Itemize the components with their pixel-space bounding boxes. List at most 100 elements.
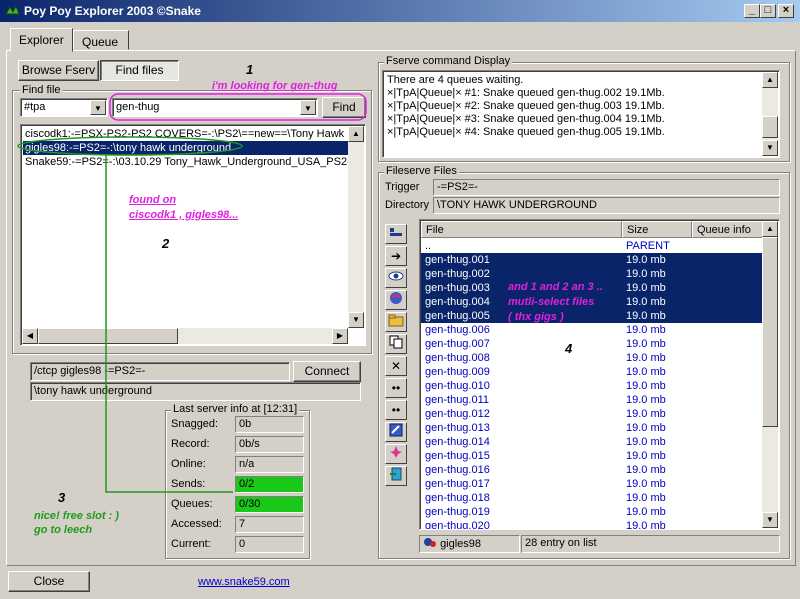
tab-explorer[interactable]: Explorer bbox=[10, 28, 73, 52]
chevron-down-icon[interactable]: ▼ bbox=[90, 100, 106, 115]
channel-select[interactable]: #tpa ▼ bbox=[20, 98, 108, 117]
copy-icon[interactable] bbox=[385, 334, 407, 354]
annotation-4-line3: ( thx gigs ) bbox=[508, 311, 564, 323]
user-icon bbox=[424, 538, 436, 547]
home-icon[interactable] bbox=[385, 224, 407, 244]
file-vscroll[interactable]: ▲ ▼ bbox=[762, 221, 778, 528]
file-row[interactable]: gen-thug.020 19.0 mb bbox=[421, 519, 763, 529]
accessed-label: Accessed: bbox=[171, 518, 222, 530]
file-row[interactable]: gen-thug.017 19.0 mb bbox=[421, 477, 763, 491]
minimize-button[interactable]: _ bbox=[744, 4, 760, 18]
path-field[interactable]: \tony hawk underground bbox=[30, 382, 361, 401]
file-name: gen-thug.007 bbox=[425, 338, 490, 350]
directory-field[interactable]: \TONY HAWK UNDERGROUND bbox=[433, 197, 780, 214]
browse-fserv-button[interactable]: Browse Fserv bbox=[18, 60, 99, 81]
scroll-down-icon[interactable]: ▼ bbox=[762, 512, 778, 528]
result-item[interactable]: Snake59:-=PS2=-:\03.10.29 Tony_Hawk_Unde… bbox=[23, 155, 349, 169]
ctcp-command-field[interactable]: /ctcp gigles98 -=PS2=- bbox=[30, 362, 290, 381]
title-bar[interactable]: Poy Poy Explorer 2003 ©Snake _ □ × bbox=[0, 0, 800, 22]
results-rows: ciscodk1:-=PSX-PS2-PS2 COVERS=-:\PS2\==n… bbox=[23, 127, 349, 169]
annotation-4-line1: and 1 and 2 an 3 .. bbox=[508, 281, 603, 293]
sends-label: Sends: bbox=[171, 478, 206, 490]
scroll-up-icon[interactable]: ▲ bbox=[762, 221, 778, 237]
exit-icon[interactable] bbox=[385, 466, 407, 486]
scroll-right-icon[interactable]: ▶ bbox=[332, 328, 348, 344]
connect-button[interactable]: Connect bbox=[293, 361, 361, 382]
annotation-4-line2: mutli-select files bbox=[508, 296, 595, 308]
close-button[interactable]: Close bbox=[8, 571, 90, 592]
column-queue-info[interactable]: Queue info bbox=[692, 221, 763, 238]
hscroll-thumb[interactable] bbox=[38, 328, 178, 344]
folder-icon[interactable] bbox=[385, 312, 407, 332]
trigger-field[interactable]: -=PS2=- bbox=[433, 179, 780, 196]
file-row[interactable]: gen-thug.010 19.0 mb bbox=[421, 379, 763, 393]
online-label: Online: bbox=[171, 458, 206, 470]
column-file[interactable]: File bbox=[421, 221, 622, 238]
column-size[interactable]: Size bbox=[622, 221, 692, 238]
annotation-3-line1: nice! free slot : ) bbox=[34, 510, 119, 522]
file-name: gen-thug.009 bbox=[425, 366, 490, 378]
file-row[interactable]: gen-thug.008 19.0 mb bbox=[421, 351, 763, 365]
annotation-2-line1: found on bbox=[129, 194, 177, 206]
star-icon[interactable] bbox=[385, 444, 407, 464]
file-name: gen-thug.017 bbox=[425, 478, 490, 490]
directory-label: Directory bbox=[385, 199, 430, 211]
file-row[interactable]: gen-thug.014 19.0 mb bbox=[421, 435, 763, 449]
file-row[interactable]: gen-thug.006 19.0 mb bbox=[421, 323, 763, 337]
file-size: 19.0 mb bbox=[626, 394, 666, 406]
maximize-button[interactable]: □ bbox=[760, 4, 776, 18]
file-list[interactable]: File Size Queue info .. PARENT gen-thug.00… bbox=[419, 219, 780, 530]
scroll-down-icon[interactable]: ▼ bbox=[762, 140, 778, 156]
file-name: gen-thug.014 bbox=[425, 436, 490, 448]
chevron-down-icon[interactable]: ▼ bbox=[300, 100, 316, 115]
scroll-down-icon[interactable]: ▼ bbox=[348, 312, 364, 328]
result-item[interactable]: ciscodk1:-=PSX-PS2-PS2 COVERS=-:\PS2\==n… bbox=[23, 127, 349, 141]
results-hscroll[interactable]: ◀ ▶ bbox=[22, 328, 348, 344]
file-row[interactable]: gen-thug.016 19.0 mb bbox=[421, 463, 763, 477]
arrow-right-icon[interactable]: ➔ bbox=[385, 246, 407, 266]
edit-icon[interactable] bbox=[385, 422, 407, 442]
file-size: 19.0 mb bbox=[626, 506, 666, 518]
trigger-label: Trigger bbox=[385, 181, 420, 193]
fserve-vscroll[interactable]: ▲ ▼ bbox=[762, 72, 778, 156]
dots-icon[interactable]: •• bbox=[385, 378, 407, 398]
file-row[interactable]: gen-thug.002 19.0 mb bbox=[421, 267, 763, 281]
delete-icon[interactable]: ✕ bbox=[385, 356, 407, 376]
globe-icon[interactable] bbox=[385, 290, 407, 310]
file-row[interactable]: gen-thug.001 19.0 mb bbox=[421, 253, 763, 267]
file-size: 19.0 mb bbox=[626, 366, 666, 378]
file-row[interactable]: gen-thug.012 19.0 mb bbox=[421, 407, 763, 421]
find-button[interactable]: Find bbox=[322, 97, 366, 118]
file-name: gen-thug.006 bbox=[425, 324, 490, 336]
file-scroll-thumb[interactable] bbox=[762, 237, 778, 427]
fserve-display-text[interactable]: There are 4 queues waiting. ×|TpA|Queue|… bbox=[382, 70, 780, 158]
tab-queue[interactable]: Queue bbox=[73, 30, 129, 50]
file-row[interactable]: .. PARENT bbox=[421, 239, 763, 253]
scroll-up-icon[interactable]: ▲ bbox=[762, 72, 778, 88]
file-name: gen-thug.010 bbox=[425, 380, 490, 392]
file-row[interactable]: gen-thug.018 19.0 mb bbox=[421, 491, 763, 505]
eye-icon[interactable] bbox=[385, 268, 407, 288]
file-row[interactable]: gen-thug.005 19.0 mb bbox=[421, 309, 763, 323]
file-row[interactable]: gen-thug.011 19.0 mb bbox=[421, 393, 763, 407]
dots-icon[interactable]: •• bbox=[385, 400, 407, 420]
file-row[interactable]: gen-thug.013 19.0 mb bbox=[421, 421, 763, 435]
snagged-label: Snagged: bbox=[171, 418, 219, 430]
file-row[interactable]: gen-thug.007 19.0 mb bbox=[421, 337, 763, 351]
fserve-line: ×|TpA|Queue|× #3: Snake queued gen-thug.… bbox=[387, 113, 665, 125]
file-size: 19.0 mb bbox=[626, 422, 666, 434]
search-combo[interactable]: gen-thug ▼ bbox=[112, 98, 318, 117]
file-row[interactable]: gen-thug.019 19.0 mb bbox=[421, 505, 763, 519]
website-link[interactable]: www.snake59.com bbox=[198, 576, 290, 588]
file-size: 19.0 mb bbox=[626, 464, 666, 476]
file-row[interactable]: gen-thug.009 19.0 mb bbox=[421, 365, 763, 379]
scroll-up-icon[interactable]: ▲ bbox=[348, 126, 364, 142]
results-vscroll[interactable]: ▲ ▼ bbox=[348, 126, 364, 328]
scroll-left-icon[interactable]: ◀ bbox=[22, 328, 38, 344]
results-list[interactable]: ciscodk1:-=PSX-PS2-PS2 COVERS=-:\PS2\==n… bbox=[20, 124, 366, 346]
file-row[interactable]: gen-thug.015 19.0 mb bbox=[421, 449, 763, 463]
result-item[interactable]: gigles98:-=PS2=-:\tony hawk underground bbox=[23, 141, 349, 155]
close-window-button[interactable]: × bbox=[778, 4, 794, 18]
find-files-button[interactable]: Find files bbox=[100, 60, 179, 81]
fserve-scroll-thumb[interactable] bbox=[762, 116, 778, 138]
